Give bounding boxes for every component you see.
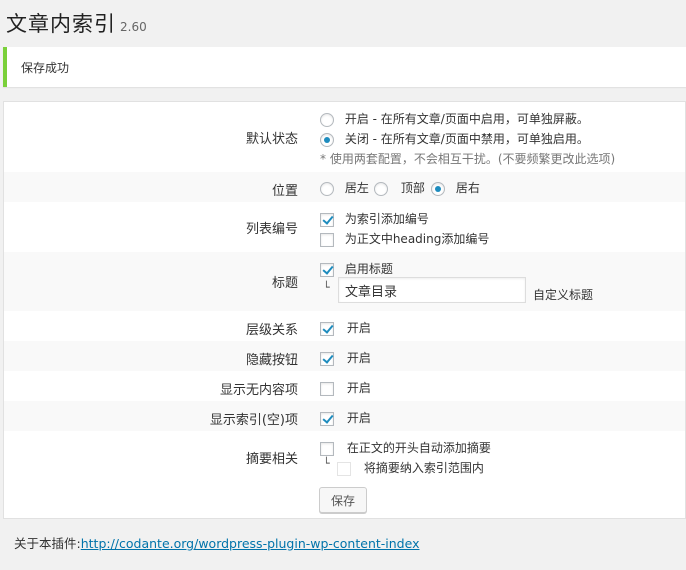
default-state-on-option[interactable]: 开启 - 在所有文章/页面中启用，可单独屏蔽。 [320,110,589,127]
plugin-about: 关于本插件:http://codante.org/wordpress-plugi… [14,533,419,552]
default-state-on-radio[interactable] [320,112,334,127]
enable-heading-option[interactable]: 启用标题 [320,260,393,277]
default-state-off-option[interactable]: 关闭 - 在所有文章/页面中禁用，可单独启用。 [320,130,589,147]
row-excerpt: 摘要相关 在正文的开头自动添加摘要 └ 将摘要纳入索引范围内 [4,431,685,481]
row-position: 位置 居左 顶部 居右 [4,172,685,202]
excerpt-include-option[interactable]: 将摘要纳入索引范围内 [337,459,484,476]
position-right-text: 居右 [455,181,480,195]
plugin-link[interactable]: http://codante.org/wordpress-plugin-wp-c… [81,536,420,551]
heading-text-input[interactable] [338,277,526,303]
number-index-option[interactable]: 为索引添加编号 [320,210,429,227]
default-state-on-text: 开启 - 在所有文章/页面中启用，可单独屏蔽。 [344,112,589,126]
position-left-text: 居左 [344,181,369,195]
default-state-note: * 使用两套配置，不会相互干扰。(不要频繁更改此选项) [320,152,616,166]
excerpt-auto-add-text: 在正文的开头自动添加摘要 [346,441,491,455]
save-button[interactable]: 保存 [319,487,367,513]
notice-text: 保存成功 [21,61,70,75]
number-heading-option[interactable]: 为正文中heading添加编号 [320,230,489,247]
position-left-radio[interactable] [320,181,334,196]
number-index-checkbox[interactable] [320,212,334,227]
row-show-no-content: 显示无内容项 开启 [4,371,685,401]
custom-heading-label: 自定义标题 [533,288,594,302]
row-hierarchy: 层级关系 开启 [4,311,685,341]
show-empty-index-option[interactable]: 开启 [320,409,371,426]
settings-panel: 默认状态 开启 - 在所有文章/页面中启用，可单独屏蔽。 关闭 - 在所有文章/… [3,101,686,519]
success-notice: 保存成功 [3,47,686,87]
about-prefix: 关于本插件: [14,536,81,551]
row-show-empty-index: 显示索引(空)项 开启 [4,401,685,431]
enable-heading-text: 启用标题 [344,262,393,276]
list-numbering-label: 列表编号 [245,222,298,237]
excerpt-include-text: 将摘要纳入索引范围内 [363,461,484,475]
row-list-numbering: 列表编号 为索引添加编号 为正文中heading添加编号 [4,202,685,252]
show-empty-index-text: 开启 [346,411,371,425]
excerpt-corner-icon: └ [323,457,330,470]
number-heading-checkbox[interactable] [320,232,334,247]
heading-label: 标题 [271,276,298,291]
row-default-state: 默认状态 开启 - 在所有文章/页面中启用，可单独屏蔽。 关闭 - 在所有文章/… [4,102,685,172]
hierarchy-text: 开启 [346,321,371,335]
position-right-option[interactable]: 居右 [431,179,480,196]
default-state-label: 默认状态 [245,132,298,147]
default-state-off-text: 关闭 - 在所有文章/页面中禁用，可单独启用。 [344,132,589,146]
show-empty-index-label: 显示索引(空)项 [209,413,298,428]
hierarchy-checkbox[interactable] [320,321,334,336]
excerpt-auto-add-checkbox[interactable] [320,441,334,456]
excerpt-include-checkbox[interactable] [337,461,351,476]
position-top-text: 顶部 [400,181,425,195]
position-label: 位置 [271,184,298,199]
hide-button-option[interactable]: 开启 [320,349,371,366]
position-right-radio[interactable] [431,181,445,196]
hierarchy-option[interactable]: 开启 [320,319,371,336]
excerpt-auto-add-option[interactable]: 在正文的开头自动添加摘要 [320,439,491,456]
position-top-radio[interactable] [374,181,388,196]
number-heading-text: 为正文中heading添加编号 [344,232,490,246]
enable-heading-checkbox[interactable] [320,262,334,277]
sub-option-corner-icon: └ [323,281,330,294]
show-no-content-label: 显示无内容项 [219,383,298,398]
show-no-content-option[interactable]: 开启 [320,379,371,396]
hide-button-checkbox[interactable] [320,351,334,366]
show-no-content-checkbox[interactable] [320,381,334,396]
default-state-off-radio[interactable] [320,132,334,147]
excerpt-label: 摘要相关 [245,452,298,467]
hide-button-text: 开启 [346,351,371,365]
row-hide-button: 隐藏按钮 开启 [4,341,685,371]
page-title: 文章内索引 2.60 [6,8,147,38]
show-no-content-text: 开启 [346,381,371,395]
position-left-option[interactable]: 居左 [320,179,369,196]
show-empty-index-checkbox[interactable] [320,411,334,426]
version-label: 2.60 [120,20,147,34]
page-title-text: 文章内索引 [6,12,116,36]
hide-button-label: 隐藏按钮 [245,353,298,368]
number-index-text: 为索引添加编号 [344,212,429,226]
hierarchy-label: 层级关系 [245,323,298,338]
position-top-option[interactable]: 顶部 [374,179,425,196]
